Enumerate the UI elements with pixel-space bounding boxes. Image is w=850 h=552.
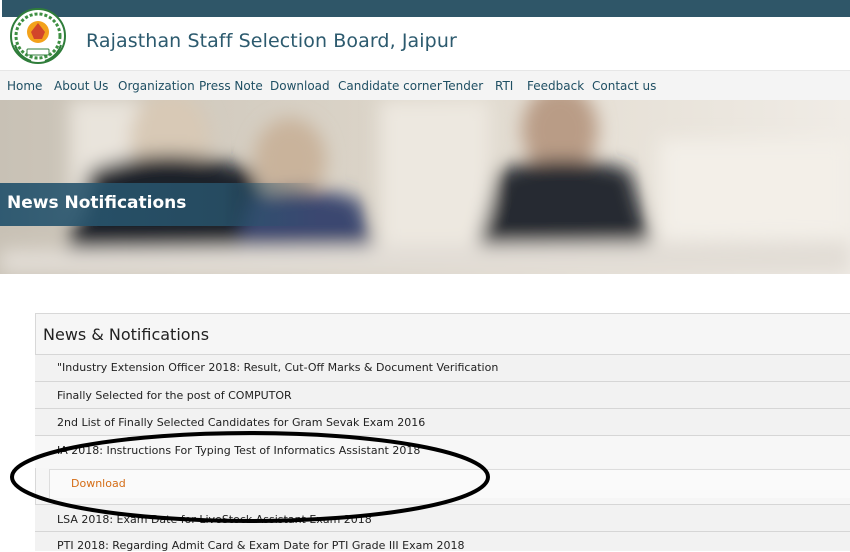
- news-item-link[interactable]: PTI 2018: Regarding Admit Card & Exam Da…: [57, 539, 465, 552]
- nav-tender[interactable]: Tender: [443, 79, 483, 93]
- highlight-ellipse: [10, 431, 490, 523]
- nav-home[interactable]: Home: [7, 79, 42, 93]
- top-bar-gap: [0, 0, 2, 17]
- nav-organization[interactable]: Organization: [118, 79, 195, 93]
- nav-feedback[interactable]: Feedback: [527, 79, 584, 93]
- news-item-link[interactable]: Finally Selected for the post of COMPUTO…: [57, 389, 292, 402]
- nav-about-us[interactable]: About Us: [54, 79, 108, 93]
- nav-candidate-corner[interactable]: Candidate corner: [338, 79, 442, 93]
- nav-press-note[interactable]: Press Note: [199, 79, 263, 93]
- nav-rti[interactable]: RTI: [495, 79, 513, 93]
- nav-contact-us[interactable]: Contact us: [592, 79, 656, 93]
- site-header: Rajasthan Staff Selection Board, Jaipur: [0, 8, 850, 70]
- news-panel-title: News & Notifications: [43, 325, 210, 344]
- main-nav: Home About Us Organization Press Note Do…: [0, 70, 850, 101]
- site-title: Rajasthan Staff Selection Board, Jaipur: [86, 30, 457, 52]
- nav-download[interactable]: Download: [270, 79, 330, 93]
- top-bar: [0, 0, 850, 17]
- banner-title: News Notifications: [7, 193, 187, 213]
- news-item-link[interactable]: "Industry Extension Officer 2018: Result…: [57, 361, 498, 374]
- rsmssb-emblem-icon[interactable]: [9, 5, 67, 67]
